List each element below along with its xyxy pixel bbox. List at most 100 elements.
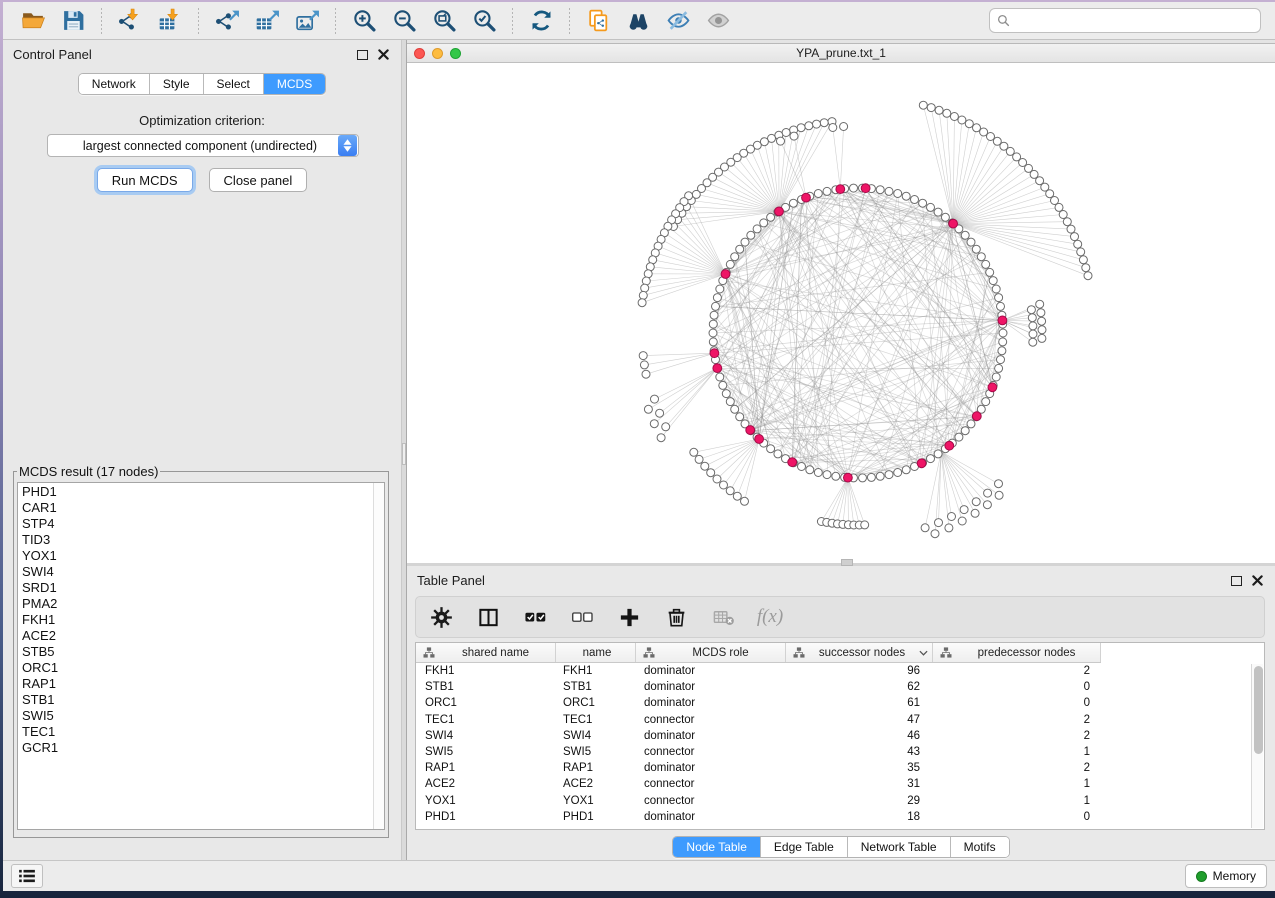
leaf-node[interactable] [1038, 334, 1046, 342]
leaf-node[interactable] [690, 448, 698, 456]
table-row[interactable]: ACE2ACE2connector311 [416, 776, 1264, 792]
tab-select[interactable]: Select [204, 74, 264, 94]
tab-network-table[interactable]: Network Table [848, 837, 951, 857]
graph-node[interactable] [997, 302, 1005, 310]
leaf-node[interactable] [1027, 306, 1035, 314]
column-header-name[interactable]: name [556, 643, 636, 662]
zoom-selected-icon[interactable] [469, 6, 499, 36]
zoom-in-icon[interactable] [349, 6, 379, 36]
close-panel-button[interactable]: Close panel [209, 168, 308, 192]
graph-node[interactable] [972, 245, 980, 253]
mcds-result-item[interactable]: PMA2 [22, 596, 373, 612]
graph-node[interactable] [741, 238, 749, 246]
tab-mcds[interactable]: MCDS [264, 74, 325, 94]
mcds-result-item[interactable]: SRD1 [22, 580, 373, 596]
graph-node[interactable] [967, 238, 975, 246]
mcds-result-item[interactable]: ACE2 [22, 628, 373, 644]
network-canvas[interactable] [407, 63, 1275, 563]
graph-node[interactable] [961, 427, 969, 435]
trash-icon[interactable] [663, 604, 689, 630]
graph-node[interactable] [709, 329, 717, 337]
leaf-node[interactable] [927, 104, 935, 112]
leaf-node[interactable] [935, 106, 943, 114]
mcds-result-item[interactable]: SWI5 [22, 708, 373, 724]
mcds-result-item[interactable]: SWI4 [22, 564, 373, 580]
graph-node[interactable] [747, 231, 755, 239]
graph-node[interactable] [982, 260, 990, 268]
leaf-node[interactable] [1079, 256, 1087, 264]
table-scrollbar[interactable] [1251, 664, 1263, 828]
table-row[interactable]: STB1STB1dominator620 [416, 679, 1264, 695]
column-header-shared-name[interactable]: shared name [416, 643, 556, 662]
network-from-selection-icon[interactable] [583, 6, 613, 36]
mcds-hub-node[interactable] [998, 316, 1007, 325]
float-panel-icon[interactable] [357, 50, 368, 60]
table-row[interactable]: YOX1YOX1connector291 [416, 793, 1264, 809]
graph-node[interactable] [995, 364, 1003, 372]
leaf-node[interactable] [790, 132, 798, 140]
leaf-node[interactable] [840, 123, 848, 131]
graph-node[interactable] [789, 199, 797, 207]
graph-node[interactable] [712, 302, 720, 310]
uncheck-pair-icon[interactable] [569, 604, 595, 630]
graph-node[interactable] [919, 199, 927, 207]
graph-node[interactable] [876, 186, 884, 194]
mcds-hub-node[interactable] [802, 193, 811, 202]
graph-node[interactable] [999, 338, 1007, 346]
graph-node[interactable] [999, 329, 1007, 337]
close-table-panel-icon[interactable] [1252, 575, 1263, 586]
mcds-result-item[interactable]: PHD1 [22, 484, 373, 500]
graph-node[interactable] [927, 455, 935, 463]
graph-node[interactable] [885, 471, 893, 479]
graph-node[interactable] [753, 225, 761, 233]
leaf-node[interactable] [1037, 309, 1045, 317]
graph-node[interactable] [989, 277, 997, 285]
leaf-node[interactable] [1036, 300, 1044, 308]
network-graph[interactable] [407, 63, 1275, 563]
leaf-node[interactable] [1029, 338, 1037, 346]
zoom-out-icon[interactable] [389, 6, 419, 36]
mcds-hub-node[interactable] [788, 458, 797, 467]
hide-selected-icon[interactable] [663, 6, 693, 36]
open-file-icon[interactable] [18, 6, 48, 36]
graph-node[interactable] [977, 253, 985, 261]
graph-node[interactable] [823, 471, 831, 479]
mcds-result-item[interactable]: YOX1 [22, 548, 373, 564]
graph-node[interactable] [927, 203, 935, 211]
leaf-node[interactable] [639, 291, 647, 299]
leaf-node[interactable] [640, 361, 648, 369]
leaf-node[interactable] [650, 420, 658, 428]
mcds-hub-node[interactable] [755, 435, 764, 444]
column-header-MCDS-role[interactable]: MCDS role [636, 643, 786, 662]
table-row[interactable]: TEC1TEC1connector472 [416, 712, 1264, 728]
leaf-node[interactable] [805, 122, 813, 130]
graph-node[interactable] [894, 190, 902, 198]
leaf-node[interactable] [943, 109, 951, 117]
leaf-node[interactable] [919, 101, 927, 109]
leaf-node[interactable] [945, 524, 953, 532]
leaf-node[interactable] [701, 462, 709, 470]
graph-node[interactable] [716, 285, 724, 293]
leaf-node[interactable] [657, 434, 665, 442]
leaf-node[interactable] [1077, 248, 1085, 256]
graph-node[interactable] [736, 245, 744, 253]
graph-node[interactable] [710, 311, 718, 319]
graph-node[interactable] [982, 398, 990, 406]
leaf-node[interactable] [958, 116, 966, 124]
leaf-node[interactable] [948, 513, 956, 521]
graph-node[interactable] [774, 450, 782, 458]
leaf-node[interactable] [713, 475, 721, 483]
check-pair-icon[interactable] [522, 604, 548, 630]
leaf-node[interactable] [726, 487, 734, 495]
leaf-node[interactable] [931, 530, 939, 538]
graph-node[interactable] [992, 373, 1000, 381]
leaf-node[interactable] [973, 124, 981, 132]
graph-node[interactable] [726, 260, 734, 268]
mcds-hub-node[interactable] [861, 184, 870, 193]
mcds-result-item[interactable]: CAR1 [22, 500, 373, 516]
table-row[interactable]: SWI5SWI5connector431 [416, 744, 1264, 760]
graph-node[interactable] [867, 473, 875, 481]
leaf-node[interactable] [695, 455, 703, 463]
graph-node[interactable] [814, 190, 822, 198]
graph-node[interactable] [885, 187, 893, 195]
